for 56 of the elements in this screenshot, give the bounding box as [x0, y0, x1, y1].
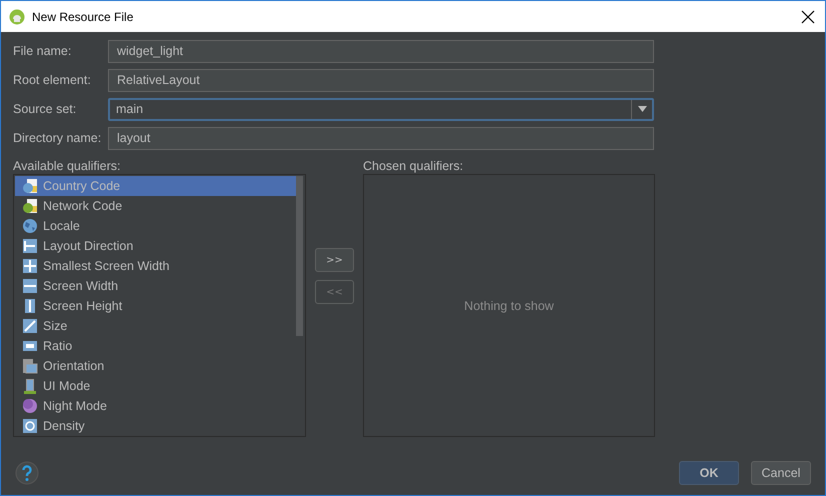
- close-icon[interactable]: [801, 10, 815, 24]
- list-item[interactable]: Smallest Screen Width: [15, 256, 296, 276]
- item-label: Night Mode: [43, 399, 107, 413]
- sim-card-icon: [22, 198, 38, 214]
- list-label: Available qualifiers:: [13, 159, 122, 173]
- item-label: Network Code: [43, 199, 122, 213]
- field-label: Root element:: [13, 73, 92, 87]
- height-icon: [22, 298, 38, 314]
- list-item[interactable]: Screen Height: [15, 296, 296, 316]
- item-label: Screen Height: [43, 299, 122, 313]
- phone-icon: [22, 378, 38, 394]
- item-label: Screen Width: [43, 279, 118, 293]
- item-label: UI Mode: [43, 379, 90, 393]
- field-label: Source set:: [13, 102, 78, 116]
- field-label: File name:: [13, 44, 72, 58]
- list-item[interactable]: Network Code: [15, 196, 296, 216]
- orientation-icon: [22, 358, 38, 374]
- window-title: New Resource File: [32, 10, 134, 24]
- empty-text: Nothing to show: [464, 298, 554, 312]
- item-label: Layout Direction: [43, 239, 134, 253]
- density-icon: [22, 418, 38, 434]
- item-label: Smallest Screen Width: [43, 259, 170, 273]
- list-item[interactable]: Ratio: [15, 336, 296, 356]
- item-label: Country Code: [43, 179, 120, 193]
- scrollbar[interactable]: [296, 176, 303, 336]
- item-label: Density: [43, 419, 85, 433]
- item-label: Ratio: [43, 339, 72, 353]
- robot-icon: [9, 8, 25, 24]
- item-label: Size: [43, 319, 68, 333]
- list-item[interactable]: Orientation: [15, 356, 296, 376]
- dropdown[interactable]: main: [108, 98, 654, 120]
- ok-button[interactable]: OK: [679, 461, 739, 485]
- item-label: Locale: [43, 219, 80, 233]
- list-item[interactable]: Screen Width: [15, 276, 296, 296]
- width-icon: [22, 278, 38, 294]
- list-label: Chosen qualifiers:: [363, 159, 464, 173]
- help-icon[interactable]: [15, 461, 39, 485]
- field-label: Directory name:: [13, 131, 102, 145]
- list-item[interactable]: Layout Direction: [15, 236, 296, 256]
- list-item[interactable]: Locale: [15, 216, 296, 236]
- input-field[interactable]: layout: [108, 126, 654, 150]
- list-item[interactable]: Size: [15, 316, 296, 336]
- ratio-icon: [22, 338, 38, 354]
- transfer-button[interactable]: >>: [315, 248, 354, 272]
- cancel-button[interactable]: Cancel: [751, 461, 811, 485]
- list-item[interactable]: Density: [15, 416, 296, 436]
- sim-card-icon: [22, 178, 38, 194]
- moon-icon: [22, 398, 38, 414]
- globe-icon: [22, 218, 38, 234]
- input-field[interactable]: widget_light: [108, 40, 654, 62]
- list-item[interactable]: UI Mode: [15, 376, 296, 396]
- resize-icon: [22, 318, 38, 334]
- input-field[interactable]: RelativeLayout: [108, 68, 654, 92]
- list-item[interactable]: Night Mode: [15, 396, 296, 416]
- dropdown-arrow-icon[interactable]: [638, 106, 646, 112]
- item-label: Orientation: [43, 359, 104, 373]
